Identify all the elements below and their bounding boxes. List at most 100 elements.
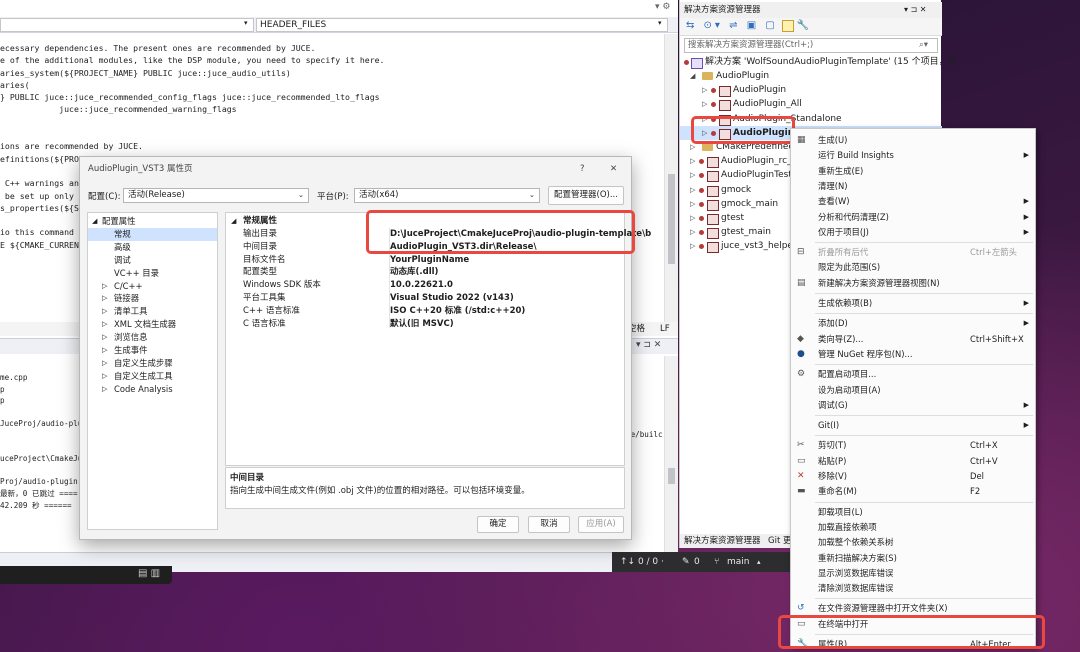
collapsed-arrow-icon[interactable]: ▷ xyxy=(102,344,107,357)
property-row[interactable]: 配置类型 动态库(.dll) xyxy=(226,266,624,279)
configuration-select[interactable]: 活动(Release) ⌄ xyxy=(123,188,309,203)
help-button[interactable]: ? xyxy=(580,157,585,181)
context-menu-item[interactable]: 仅用于项目(J) ▶ xyxy=(791,225,1037,240)
context-menu-item[interactable]: ⊟ 折叠所有后代 Ctrl+左箭头 xyxy=(791,245,1037,260)
code-line[interactable]: e of the additional modules, like the DS… xyxy=(0,54,668,66)
platform-select[interactable]: 活动(x64) ⌄ xyxy=(354,188,540,203)
panel-controls[interactable]: ▾ ⊐ ✕ xyxy=(636,340,661,350)
context-menu-item[interactable]: 卸载项目(L) xyxy=(791,505,1037,520)
collapsed-arrow-icon[interactable]: ▷ xyxy=(690,154,695,168)
category-item[interactable]: 常规 xyxy=(88,227,217,241)
context-menu-item[interactable]: 运行 Build Insights ▶ xyxy=(791,148,1037,163)
code-line[interactable] xyxy=(0,128,668,140)
context-menu-item[interactable]: 加载直接依赖项 xyxy=(791,520,1037,535)
property-value[interactable]: 默认(旧 MSVC) xyxy=(390,318,454,331)
config-manager-button[interactable]: 配置管理器(O)... xyxy=(548,186,624,205)
cancel-button[interactable]: 取消 xyxy=(528,516,570,533)
scrollbar-thumb[interactable] xyxy=(668,174,675,264)
code-line[interactable]: aries( xyxy=(0,79,668,91)
line-ending-indicator[interactable]: LF xyxy=(660,322,670,336)
code-line[interactable]: juce::juce_recommended_warning_flags xyxy=(0,103,668,115)
context-menu-item[interactable]: ▭ 粘贴(P) Ctrl+V xyxy=(791,454,1037,469)
window-controls[interactable]: ▾ ⚙ xyxy=(655,2,670,12)
category-item[interactable]: ▷ 浏览信息 xyxy=(88,331,217,344)
collapsed-arrow-icon[interactable]: ▷ xyxy=(690,239,695,253)
context-menu-item[interactable]: ▤ 新建解决方案资源管理器视图(N) xyxy=(791,276,1037,291)
context-menu-item[interactable]: ✕ 移除(V) Del xyxy=(791,469,1037,484)
category-item[interactable]: 高级 xyxy=(88,241,217,254)
context-menu-item[interactable]: 加载整个依赖关系树 xyxy=(791,535,1037,550)
scrollbar-thumb[interactable] xyxy=(668,468,675,484)
scope-combo[interactable] xyxy=(0,18,254,32)
chevron-up-icon[interactable]: ▴ xyxy=(757,552,761,572)
chevron-down-icon[interactable]: ▾ xyxy=(658,19,662,27)
editor-vertical-scrollbar[interactable] xyxy=(664,34,678,322)
property-value[interactable]: 动态库(.dll) xyxy=(390,266,438,279)
context-menu-item[interactable]: 添加(D) ▶ xyxy=(791,316,1037,331)
context-menu-item[interactable]: ● 管理 NuGet 程序包(N)... xyxy=(791,347,1037,362)
collapsed-arrow-icon[interactable]: ▷ xyxy=(690,211,695,225)
tree-project[interactable]: ▷ AudioPlugin xyxy=(680,83,942,98)
context-menu-item[interactable]: ⚙ 配置启动项目... xyxy=(791,367,1037,382)
property-row[interactable]: C 语言标准 默认(旧 MSVC) xyxy=(226,318,624,331)
context-menu-item[interactable]: 清除浏览数据库错误 xyxy=(791,581,1037,596)
context-menu-item[interactable]: 显示浏览数据库错误 xyxy=(791,566,1037,581)
context-menu-item[interactable]: ◆ 类向导(Z)... Ctrl+Shift+X xyxy=(791,332,1037,347)
context-menu-item[interactable]: 查看(W) ▶ xyxy=(791,194,1037,209)
code-line[interactable] xyxy=(0,116,668,128)
context-menu-item[interactable]: 重新生成(E) xyxy=(791,164,1037,179)
property-value[interactable]: 10.0.22621.0 xyxy=(390,279,453,292)
context-menu-item[interactable]: 重新扫描解决方案(S) xyxy=(791,551,1037,566)
expanded-arrow-icon[interactable]: ◢ xyxy=(690,69,695,83)
property-value[interactable]: ISO C++20 标准 (/std:c++20) xyxy=(390,305,525,318)
property-value[interactable]: Visual Studio 2022 (v143) xyxy=(390,292,514,305)
context-menu-item[interactable]: 清理(N) xyxy=(791,179,1037,194)
edit-count[interactable]: 0 xyxy=(694,552,700,572)
preview-icon[interactable] xyxy=(782,20,794,32)
ok-button[interactable]: 确定 xyxy=(477,516,519,533)
category-item[interactable]: ▷ 自定义生成步骤 xyxy=(88,357,217,370)
output-vertical-scrollbar[interactable] xyxy=(664,356,678,552)
context-menu-item[interactable]: ✂ 剪切(T) Ctrl+X xyxy=(791,438,1037,453)
collapsed-arrow-icon[interactable]: ▷ xyxy=(690,225,695,239)
category-item[interactable]: ◢ 配置属性 xyxy=(88,215,217,228)
context-menu-item[interactable]: ▬ 重命名(M) F2 xyxy=(791,484,1037,499)
context-menu-item[interactable]: 生成依赖项(B) ▶ xyxy=(791,296,1037,311)
collapsed-arrow-icon[interactable]: ▷ xyxy=(102,318,107,331)
search-icon[interactable]: ⌕▾ xyxy=(919,39,928,52)
tree-folder[interactable]: ◢ AudioPlugin xyxy=(680,69,942,83)
category-item[interactable]: ▷ 生成事件 xyxy=(88,344,217,357)
collapsed-arrow-icon[interactable]: ▷ xyxy=(690,197,695,211)
tree-project[interactable]: ▷ AudioPlugin_All xyxy=(680,97,942,112)
code-line[interactable]: aries_system(${PROJECT_NAME} PUBLIC juce… xyxy=(0,67,668,79)
solution-search-input[interactable]: 搜索解决方案资源管理器(Ctrl+;) ⌕▾ xyxy=(684,38,938,53)
property-row[interactable]: Windows SDK 版本 10.0.22621.0 xyxy=(226,279,624,292)
collapsed-arrow-icon[interactable]: ▷ xyxy=(102,383,107,396)
collapsed-arrow-icon[interactable]: ▷ xyxy=(102,357,107,370)
category-item[interactable]: VC++ 目录 xyxy=(88,267,217,280)
property-row[interactable]: C++ 语言标准 ISO C++20 标准 (/std:c++20) xyxy=(226,305,624,318)
collapsed-arrow-icon[interactable]: ▷ xyxy=(102,331,107,344)
collapsed-arrow-icon[interactable]: ▷ xyxy=(102,280,107,293)
category-item[interactable]: 调试 xyxy=(88,254,217,267)
context-menu-item[interactable]: 设为启动项目(A) xyxy=(791,383,1037,398)
context-menu-item[interactable]: ▦ 生成(U) xyxy=(791,133,1037,148)
category-item[interactable]: ▷ XML 文档生成器 xyxy=(88,318,217,331)
collapse-icon[interactable]: ◢ xyxy=(231,215,236,228)
collapsed-arrow-icon[interactable]: ▷ xyxy=(102,305,107,318)
collapsed-arrow-icon[interactable]: ▷ xyxy=(702,97,707,111)
member-combo[interactable]: HEADER_FILES xyxy=(256,18,668,32)
category-item[interactable]: ▷ 链接器 xyxy=(88,292,217,305)
collapsed-arrow-icon[interactable]: ▷ xyxy=(690,183,695,197)
category-item[interactable]: ▷ Code Analysis xyxy=(88,383,217,396)
line-indicator[interactable]: ↑↓ 0 / 0 · xyxy=(620,552,664,572)
panel-controls[interactable]: ▾ ⊐ ✕ xyxy=(904,2,927,18)
tab-solution-explorer[interactable]: 解决方案资源管理器 xyxy=(684,534,761,548)
expanded-arrow-icon[interactable]: ◢ xyxy=(92,215,97,228)
category-item[interactable]: ▷ 自定义生成工具 xyxy=(88,370,217,383)
context-menu-item[interactable]: 调试(G) ▶ xyxy=(791,398,1037,413)
category-item[interactable]: ▷ 清单工具 xyxy=(88,305,217,318)
property-row[interactable]: 平台工具集 Visual Studio 2022 (v143) xyxy=(226,292,624,305)
code-line[interactable]: } PUBLIC juce::juce_recommended_config_f… xyxy=(0,91,668,103)
collapsed-arrow-icon[interactable]: ▷ xyxy=(702,83,707,97)
